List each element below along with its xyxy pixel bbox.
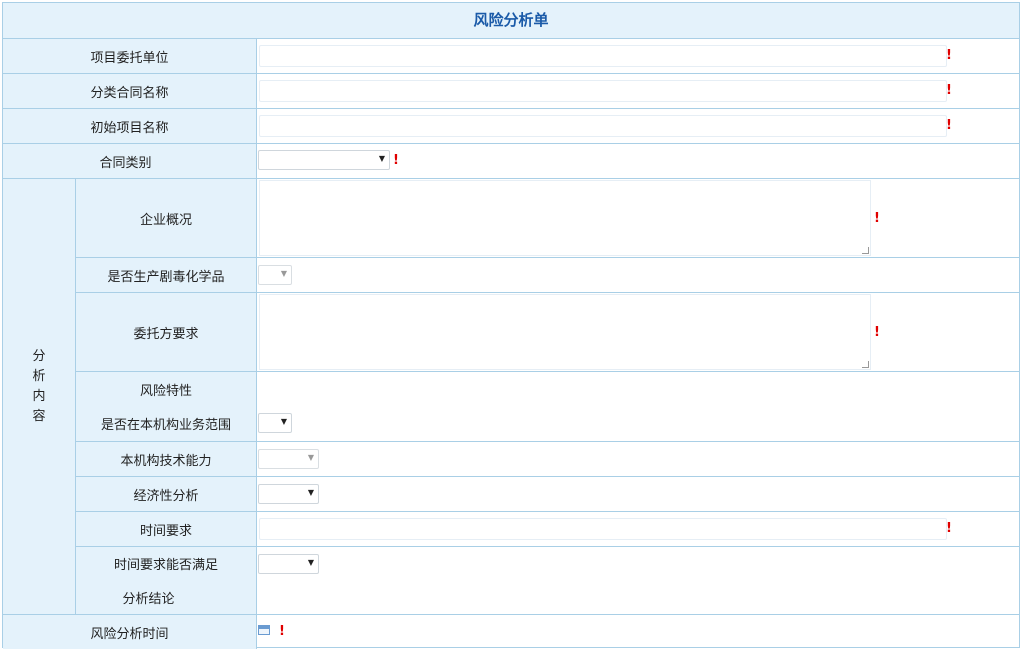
chevron-down-icon: ▼ — [280, 417, 287, 426]
group-label: 分析内容 — [32, 349, 46, 424]
required-mark: ! — [393, 153, 399, 168]
required-mark: ! — [946, 118, 952, 133]
contract-type-select[interactable]: ▼ — [258, 150, 390, 170]
business-scope-label: 是否在本机构业务范围 — [100, 418, 231, 434]
row-risk-features: 风险特性 是否在本机构业务范围 ▼ — [76, 371, 1019, 441]
tech-capability-select[interactable]: ▼ — [258, 449, 319, 469]
chevron-down-icon: ▼ — [280, 269, 287, 278]
row-time-satisfied: 时间要求能否满足 分析结论 ▼ — [76, 546, 1019, 614]
label-company-overview: 企业概况 — [76, 179, 257, 257]
business-scope-select[interactable]: ▼ — [258, 413, 292, 433]
label-time-requirement: 时间要求 — [76, 512, 257, 546]
label-tech-capability: 本机构技术能力 — [76, 442, 257, 476]
economic-analysis-select[interactable]: ▼ — [258, 484, 319, 504]
time-satisfied-label: 时间要求能否满足 — [113, 558, 218, 574]
label-hazardous-chem: 是否生产剧毒化学品 — [76, 258, 257, 292]
row-contract-name: 分类合同名称 ! — [3, 73, 1019, 108]
analysis-content-group: 分析内容 — [3, 178, 76, 614]
row-initial-project: 初始项目名称 ! — [3, 108, 1019, 143]
label-risk-features: 风险特性 是否在本机构业务范围 — [76, 372, 257, 441]
label-client-requirements: 委托方要求 — [76, 293, 257, 371]
time-satisfied-select[interactable]: ▼ — [258, 554, 319, 574]
row-company-overview: 企业概况 ! — [76, 178, 1019, 257]
row-time-requirement: 时间要求 ! — [76, 511, 1019, 546]
calendar-icon[interactable] — [258, 625, 270, 635]
chevron-down-icon: ▼ — [307, 453, 314, 462]
row-client-unit: 项目委托单位 ! — [3, 38, 1019, 73]
conclusion-label: 分析结论 — [122, 591, 175, 607]
company-overview-textarea[interactable] — [259, 180, 871, 256]
label-client-unit: 项目委托单位 — [3, 39, 257, 73]
form-title: 风险分析单 — [3, 3, 1019, 38]
time-requirement-input[interactable] — [259, 518, 947, 540]
required-mark: ! — [279, 624, 285, 639]
label-contract-name: 分类合同名称 — [3, 74, 257, 108]
row-hazardous-chem: 是否生产剧毒化学品 ▼ — [76, 257, 1019, 292]
chevron-down-icon: ▼ — [378, 154, 385, 163]
required-mark: ! — [946, 48, 952, 63]
label-initial-project: 初始项目名称 — [3, 109, 257, 143]
contract-name-input[interactable] — [259, 80, 947, 102]
required-mark: ! — [874, 325, 880, 340]
risk-analysis-form: 风险分析单 项目委托单位 ! 分类合同名称 ! 初始项目名称 ! 合同类别 ▼ … — [2, 2, 1020, 649]
row-analysis-time: 风险分析时间 ! — [3, 614, 1019, 649]
row-client-requirements: 委托方要求 ! — [76, 292, 1019, 371]
required-mark: ! — [946, 521, 952, 536]
resize-handle[interactable] — [862, 361, 869, 368]
chevron-down-icon: ▼ — [307, 488, 314, 497]
label-analysis-time: 风险分析时间 — [3, 615, 257, 649]
client-unit-input[interactable] — [259, 45, 947, 67]
row-economic-analysis: 经济性分析 ▼ — [76, 476, 1019, 511]
required-mark: ! — [874, 211, 880, 226]
client-requirements-textarea[interactable] — [259, 294, 871, 370]
hazardous-chem-select[interactable]: ▼ — [258, 265, 292, 285]
row-contract-type: 合同类别 ▼ ! — [3, 143, 1019, 178]
resize-handle[interactable] — [862, 247, 869, 254]
risk-features-label: 风险特性 — [139, 383, 192, 399]
chevron-down-icon: ▼ — [307, 558, 314, 567]
label-time-satisfied: 时间要求能否满足 分析结论 — [76, 547, 257, 614]
required-mark: ! — [946, 83, 952, 98]
label-contract-type: 合同类别 — [3, 144, 257, 178]
row-tech-capability: 本机构技术能力 ▼ — [76, 441, 1019, 476]
label-economic-analysis: 经济性分析 — [76, 477, 257, 511]
initial-project-input[interactable] — [259, 115, 947, 137]
